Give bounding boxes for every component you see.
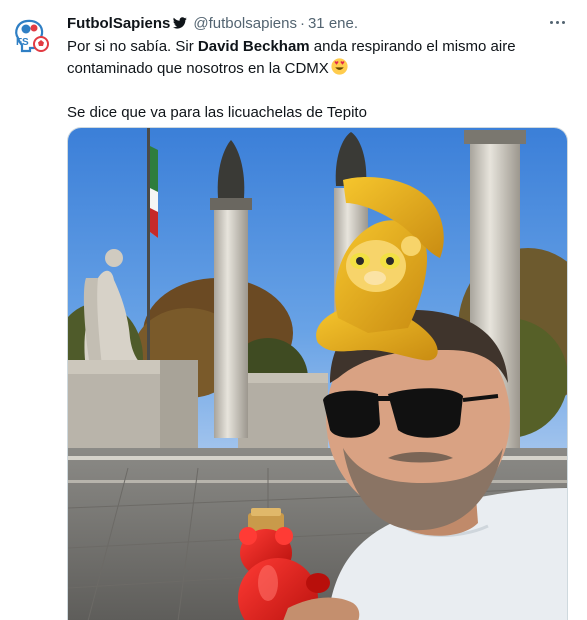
tweet-photo[interactable] — [67, 127, 568, 620]
more-horizontal-icon[interactable] — [545, 10, 569, 34]
tweet-text-line-3: Se dice que va para las licuachelas de T… — [67, 104, 367, 121]
separator-dot: · — [299, 14, 305, 32]
heart-eyes-emoji-icon — [331, 58, 348, 75]
display-name[interactable]: FutbolSapiens — [67, 15, 170, 32]
tweet-text-line-2: contaminado que nosotros en la CDMX — [67, 58, 567, 80]
selfie-photo — [68, 128, 567, 620]
tweet-text: Por si no sabía. Sir David Beckham anda … — [67, 36, 567, 124]
tweet-text-line-1: Por si no sabía. Sir David Beckham anda … — [67, 38, 516, 55]
tweet-header: FutbolSapiens @futbolsapiens · 31 ene. — [67, 13, 358, 33]
user-handle[interactable]: @futbolsapiens — [193, 15, 297, 32]
tweet-card[interactable]: F S FutbolSapiens @futbolsapiens · 31 en… — [0, 0, 587, 620]
svg-text:S: S — [22, 37, 29, 48]
tweet-date[interactable]: 31 ene. — [308, 15, 358, 32]
futbolsapiens-logo-icon: F S — [15, 19, 49, 53]
bold-name: David Beckham — [197, 38, 310, 55]
twitter-bird-icon — [173, 17, 188, 29]
avatar[interactable]: F S — [8, 14, 52, 58]
